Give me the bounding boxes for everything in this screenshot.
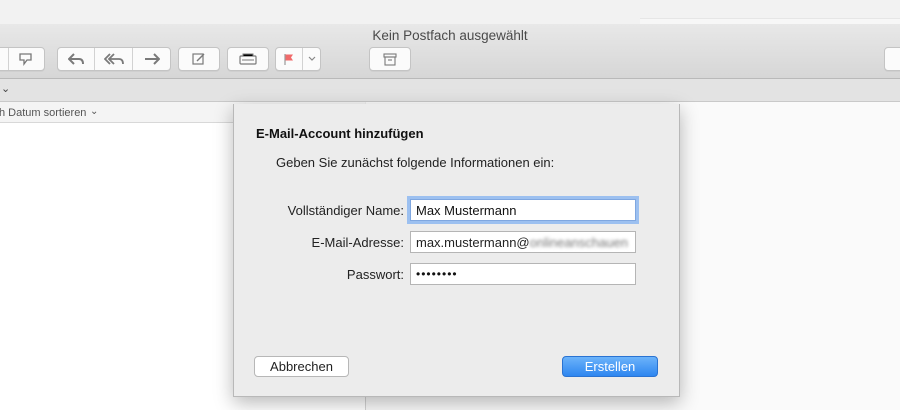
flag-group	[275, 47, 321, 71]
notes-button[interactable]	[228, 48, 268, 70]
toolbar: Kein Postfach ausgewählt	[0, 24, 900, 79]
compose-icon	[192, 53, 205, 65]
hidden-button[interactable]	[0, 48, 9, 70]
filter-chevron-icon[interactable]: ⌄	[1, 82, 10, 95]
flag-button[interactable]	[276, 48, 303, 70]
email-input[interactable]: max.mustermann@onlineanschauen	[410, 231, 636, 253]
reply-all-button[interactable]	[95, 48, 133, 70]
flag-menu-button[interactable]	[303, 48, 320, 70]
sort-label: h Datum sortieren	[0, 107, 87, 119]
reply-icon	[68, 53, 84, 65]
password-input[interactable]: ••••••••	[410, 263, 636, 285]
name-label: Vollständiger Name:	[287, 203, 404, 218]
reply-all-icon	[103, 53, 124, 65]
archive-button[interactable]	[370, 48, 410, 70]
desktop-strip	[0, 0, 900, 27]
email-label: E-Mail-Adresse:	[311, 235, 404, 250]
forward-icon	[144, 53, 160, 65]
flag-icon	[284, 53, 293, 65]
junk-group	[0, 47, 45, 71]
junk-icon	[18, 53, 32, 66]
window-title: Kein Postfach ausgewählt	[372, 28, 528, 43]
archive-icon	[383, 52, 397, 66]
reply-group	[57, 47, 171, 71]
email-value: max.mustermann@	[416, 235, 530, 250]
archive-group	[369, 47, 411, 71]
compose-group	[178, 47, 220, 71]
forward-button[interactable]	[133, 48, 170, 70]
junk-button[interactable]	[9, 48, 42, 70]
email-domain-redacted: onlineanschauen	[529, 235, 628, 250]
notes-icon	[239, 53, 257, 65]
create-button[interactable]: Erstellen	[562, 356, 658, 377]
sort-chevron-icon: ⌄	[90, 106, 99, 117]
reply-button[interactable]	[58, 48, 95, 70]
compose-button[interactable]	[179, 48, 219, 70]
dialog-title: E-Mail-Account hinzufügen	[256, 126, 424, 141]
cancel-button[interactable]: Abbrechen	[254, 356, 349, 377]
full-name-input[interactable]	[410, 199, 636, 221]
chevron-down-icon	[308, 56, 315, 61]
search-field[interactable]	[884, 47, 900, 71]
password-label: Passwort:	[346, 267, 404, 282]
dialog-subtitle: Geben Sie zunächst folgende Informatione…	[276, 155, 555, 170]
notes-group	[227, 47, 269, 71]
add-account-dialog: E-Mail-Account hinzufügen Geben Sie zunä…	[233, 104, 680, 397]
filter-bar: ⌄	[0, 79, 900, 102]
